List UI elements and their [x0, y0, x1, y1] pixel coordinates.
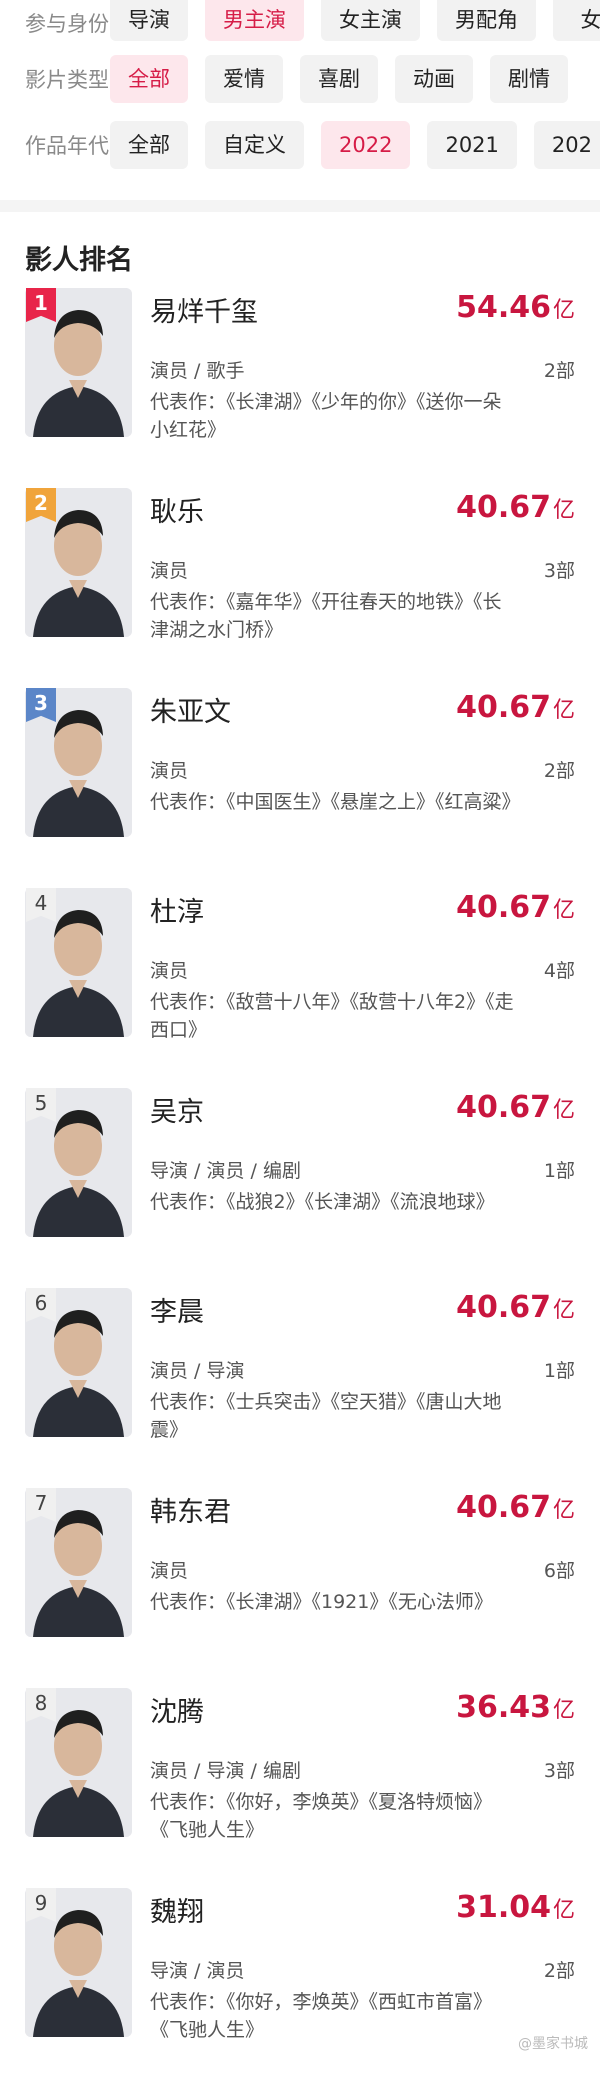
works-count: 1部	[543, 1160, 575, 1182]
works-count: 2部	[543, 1960, 575, 1982]
box-office-unit: 亿	[552, 1098, 575, 1123]
representative-works: 代表作：《长津湖》《1921》《无心法师》	[150, 1591, 493, 1613]
actor-roles: 导演 / 演员 / 编剧	[150, 1160, 301, 1182]
ranking-item[interactable]: 1 易烊千玺 54.46亿 演员 / 歌手 2部 代表作：《长津湖》《少年的你》…	[0, 288, 600, 488]
actor-roles: 演员 / 导演	[150, 1360, 245, 1382]
works-count: 2部	[543, 360, 575, 382]
actor-roles: 演员	[150, 1560, 189, 1582]
filter-label-year: 作品年代	[25, 134, 109, 158]
watermark: @墨家书城	[518, 2036, 588, 2052]
box-office: 40.67亿	[456, 1090, 575, 1125]
chip-supporting-actress[interactable]: 女	[553, 0, 600, 41]
filter-label-genre: 影片类型	[25, 68, 109, 92]
works-count: 2部	[543, 760, 575, 782]
works-count: 6部	[543, 1560, 575, 1582]
box-office: 40.67亿	[456, 890, 575, 925]
actor-name[interactable]: 耿乐	[150, 490, 204, 529]
chip-year-2021[interactable]: 2021	[427, 121, 517, 169]
ranking-item[interactable]: 2 耿乐 40.67亿 演员 3部 代表作：《嘉年华》《开往春天的地铁》《长津湖…	[0, 488, 600, 688]
actor-name[interactable]: 吴京	[150, 1090, 204, 1129]
ranking-item[interactable]: 9 魏翔 31.04亿 导演 / 演员 2部 代表作：《你好，李焕英》《西虹市首…	[0, 1888, 600, 2088]
actor-name[interactable]: 易烊千玺	[150, 290, 258, 329]
box-office: 31.04亿	[456, 1890, 575, 1925]
representative-works: 代表作：《长津湖》《少年的你》《送你一朵小红花》	[150, 391, 502, 441]
actor-roles: 演员	[150, 560, 189, 582]
box-office-unit: 亿	[552, 1898, 575, 1923]
section-divider	[0, 200, 600, 212]
chip-genre-drama[interactable]: 剧情	[490, 55, 568, 103]
box-office-unit: 亿	[552, 698, 575, 723]
actor-name[interactable]: 杜淳	[150, 890, 204, 929]
filter-label-participation: 参与身份	[25, 12, 109, 36]
box-office-value: 36.43	[456, 1690, 551, 1725]
box-office-unit: 亿	[552, 1698, 575, 1723]
box-office-unit: 亿	[552, 498, 575, 523]
actor-roles: 演员 / 歌手	[150, 360, 245, 382]
actor-roles: 演员 / 导演 / 编剧	[150, 1760, 301, 1782]
chip-year-all[interactable]: 全部	[110, 121, 188, 169]
box-office: 54.46亿	[456, 290, 575, 325]
chip-genre-comedy[interactable]: 喜剧	[300, 55, 378, 103]
box-office-value: 40.67	[456, 1090, 551, 1125]
works-count: 4部	[543, 960, 575, 982]
chip-year-2022[interactable]: 2022	[321, 121, 411, 169]
chip-director[interactable]: 导演	[110, 0, 188, 41]
box-office: 36.43亿	[456, 1690, 575, 1725]
filter-row-genre: 影片类型 全部 爱情 喜剧 动画 剧情	[0, 46, 600, 112]
box-office: 40.67亿	[456, 1490, 575, 1525]
ranking-item[interactable]: 8 沈腾 36.43亿 演员 / 导演 / 编剧 3部 代表作：《你好，李焕英》…	[0, 1688, 600, 1888]
ranking-item[interactable]: 7 韩东君 40.67亿 演员 6部 代表作：《长津湖》《1921》《无心法师》	[0, 1488, 600, 1688]
chip-supporting-actor[interactable]: 男配角	[437, 0, 536, 41]
ranking-list: 1 易烊千玺 54.46亿 演员 / 歌手 2部 代表作：《长津湖》《少年的你》…	[0, 288, 600, 2088]
chip-year-2020[interactable]: 202	[533, 121, 600, 169]
ranking-item[interactable]: 5 吴京 40.67亿 导演 / 演员 / 编剧 1部 代表作：《战狼2》《长津…	[0, 1088, 600, 1288]
actor-roles: 导演 / 演员	[150, 1960, 245, 1982]
box-office-value: 40.67	[456, 690, 551, 725]
actor-roles: 演员	[150, 760, 189, 782]
actor-name[interactable]: 魏翔	[150, 1890, 204, 1929]
representative-works: 代表作：《敌营十八年》《敌营十八年2》《走西口》	[150, 991, 514, 1041]
box-office-unit: 亿	[552, 298, 575, 323]
chip-genre-animation[interactable]: 动画	[395, 55, 473, 103]
filter-row-participation: 参与身份 导演 男主演 女主演 男配角 女	[0, 0, 600, 46]
box-office: 40.67亿	[456, 490, 575, 525]
box-office-unit: 亿	[552, 898, 575, 923]
box-office-value: 40.67	[456, 890, 551, 925]
ranking-item[interactable]: 3 朱亚文 40.67亿 演员 2部 代表作：《中国医生》《悬崖之上》《红高粱》	[0, 688, 600, 888]
ranking-item[interactable]: 4 杜淳 40.67亿 演员 4部 代表作：《敌营十八年》《敌营十八年2》《走西…	[0, 888, 600, 1088]
representative-works: 代表作：《嘉年华》《开往春天的地铁》《长津湖之水门桥》	[150, 591, 502, 641]
actor-roles: 演员	[150, 960, 189, 982]
representative-works: 代表作：《你好，李焕英》《夏洛特烦恼》《飞驰人生》	[150, 1791, 493, 1841]
representative-works: 代表作：《士兵突击》《空天猎》《唐山大地震》	[150, 1391, 502, 1441]
chip-genre-romance[interactable]: 爱情	[205, 55, 283, 103]
filter-panel: 参与身份 导演 男主演 女主演 男配角 女 影片类型 全部 爱情 喜剧 动画 剧…	[0, 0, 600, 178]
chip-lead-actor[interactable]: 男主演	[205, 0, 304, 41]
actor-name[interactable]: 沈腾	[150, 1690, 204, 1729]
ranking-item[interactable]: 6 李晨 40.67亿 演员 / 导演 1部 代表作：《士兵突击》《空天猎》《唐…	[0, 1288, 600, 1488]
box-office: 40.67亿	[456, 1290, 575, 1325]
works-count: 3部	[543, 1760, 575, 1782]
actor-name[interactable]: 李晨	[150, 1290, 204, 1329]
works-count: 1部	[543, 1360, 575, 1382]
chip-lead-actress[interactable]: 女主演	[321, 0, 420, 41]
box-office: 40.67亿	[456, 690, 575, 725]
chip-genre-all[interactable]: 全部	[110, 55, 188, 103]
box-office-value: 40.67	[456, 1490, 551, 1525]
box-office-unit: 亿	[552, 1498, 575, 1523]
box-office-value: 54.46	[456, 290, 551, 325]
chip-year-custom[interactable]: 自定义	[205, 121, 304, 169]
works-count: 3部	[543, 560, 575, 582]
filter-row-year: 作品年代 全部 自定义 2022 2021 202	[0, 112, 600, 178]
representative-works: 代表作：《中国医生》《悬崖之上》《红高粱》	[150, 791, 521, 813]
ranking-title: 影人排名	[25, 245, 133, 276]
actor-name[interactable]: 朱亚文	[150, 690, 231, 729]
representative-works: 代表作：《战狼2》《长津湖》《流浪地球》	[150, 1191, 495, 1213]
box-office-unit: 亿	[552, 1298, 575, 1323]
box-office-value: 31.04	[456, 1890, 551, 1925]
actor-name[interactable]: 韩东君	[150, 1490, 231, 1529]
box-office-value: 40.67	[456, 1290, 551, 1325]
box-office-value: 40.67	[456, 490, 551, 525]
representative-works: 代表作：《你好，李焕英》《西虹市首富》《飞驰人生》	[150, 1991, 493, 2041]
